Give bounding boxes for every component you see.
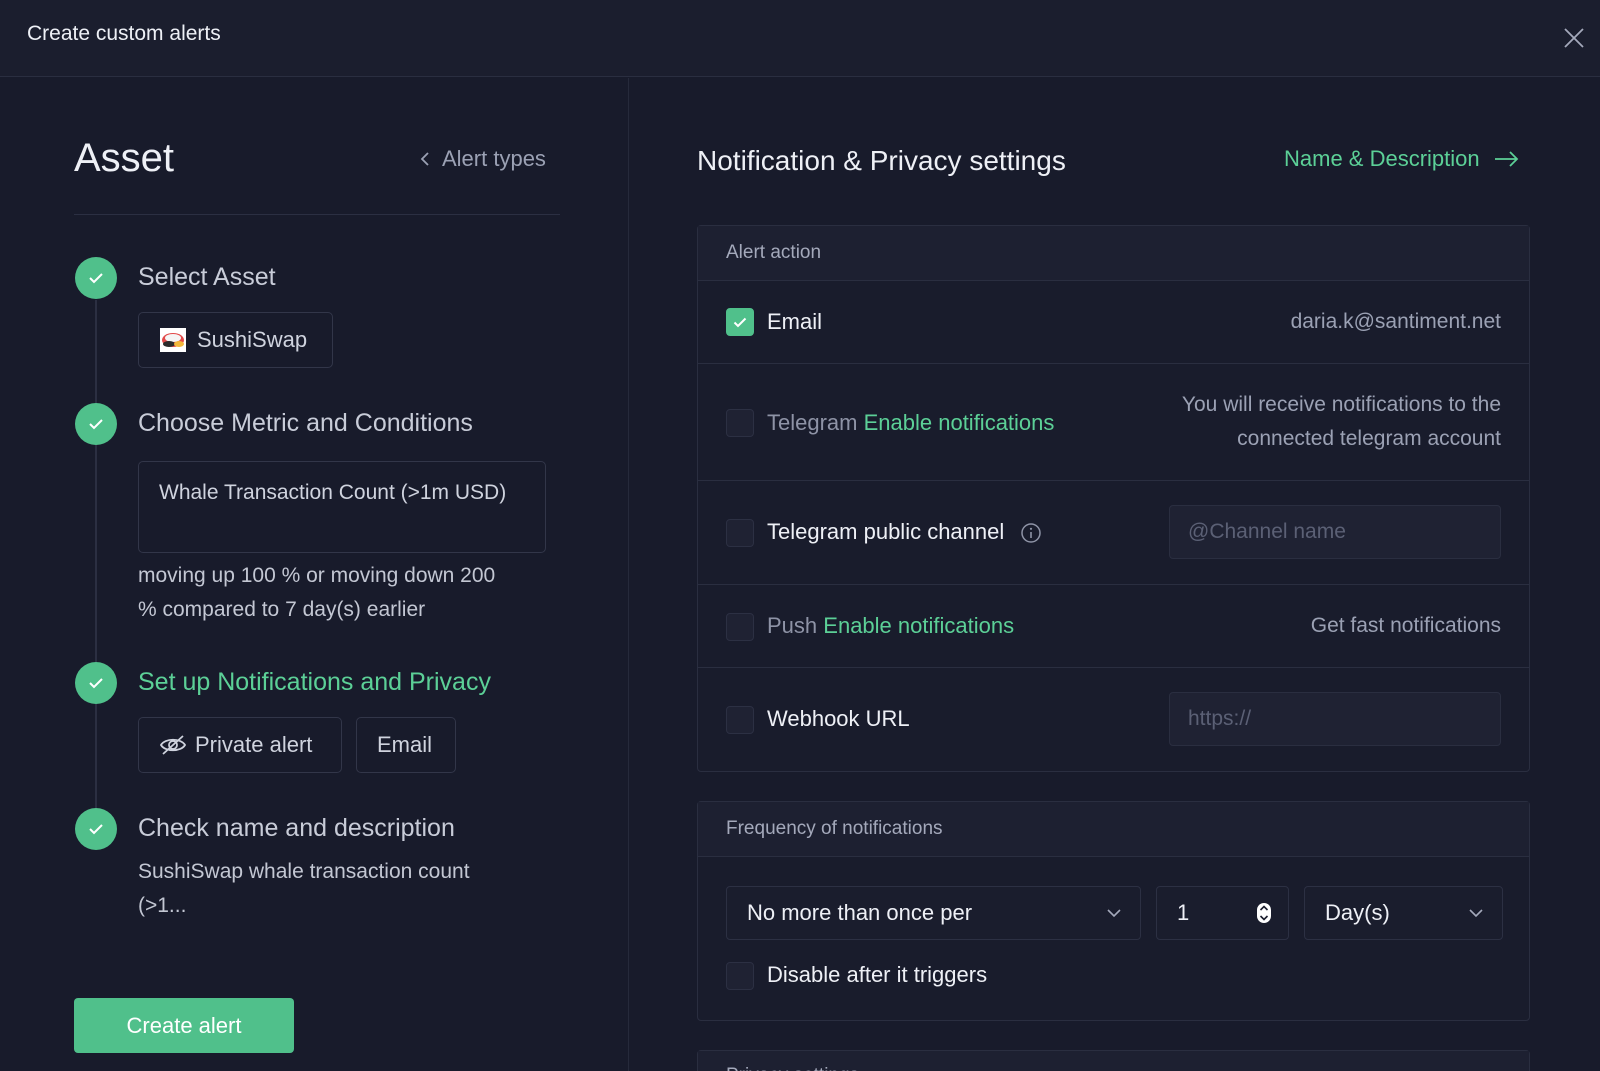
privacy-header: Privacy settings	[698, 1051, 1529, 1071]
chevron-left-icon	[420, 152, 429, 166]
channel-name-input[interactable]: @Channel name	[1169, 505, 1501, 559]
asset-name: SushiSwap	[197, 327, 308, 352]
close-icon	[1564, 28, 1584, 48]
divider	[74, 214, 560, 215]
webhook-checkbox[interactable]	[726, 706, 754, 734]
telegram-note-line: You will receive notifications to the	[1181, 393, 1501, 416]
sushiswap-logo-icon	[159, 327, 187, 353]
telegram-note-line: connected telegram account	[1237, 427, 1501, 450]
webhook-label: Webhook URL	[767, 706, 910, 731]
alert-types-label: Alert types	[442, 146, 546, 171]
step-check-icon	[75, 257, 117, 299]
webhook-row: Webhook URL https://	[698, 668, 1529, 772]
check-icon	[733, 317, 747, 327]
create-alert-button[interactable]: Create alert	[74, 998, 294, 1053]
eye-off-icon	[159, 735, 187, 755]
push-note: Get fast notifications	[1310, 614, 1501, 637]
frequency-unit-select[interactable]: Day(s)	[1304, 886, 1503, 940]
next-step-label: Name & Description	[1284, 146, 1480, 171]
step-check-icon	[75, 808, 117, 850]
step-title-notifications[interactable]: Set up Notifications and Privacy	[138, 668, 491, 697]
push-checkbox[interactable]	[726, 613, 754, 641]
disable-after-trigger-label: Disable after it triggers	[767, 962, 988, 987]
page-title: Notification & Privacy settings	[697, 145, 1066, 176]
frequency-panel: Frequency of notifications No more than …	[697, 801, 1530, 1021]
chevron-down-icon	[1107, 909, 1121, 918]
webhook-url-input[interactable]: https://	[1169, 692, 1501, 746]
description-line: (>1...	[138, 894, 187, 917]
alert-action-panel: Alert action Email daria.k@santiment.net…	[697, 225, 1530, 772]
name-description-text: SushiSwap whale transaction count (>1...	[138, 855, 470, 923]
stepper-icon[interactable]	[1256, 902, 1272, 924]
telegram-label: Telegram	[767, 410, 858, 435]
push-label-group: Push Enable notifications	[767, 613, 1014, 639]
telegram-enable-link[interactable]: Enable notifications	[864, 410, 1055, 435]
telegram-note: You will receive notifications to the co…	[1182, 388, 1501, 456]
step-title-select-asset[interactable]: Select Asset	[138, 263, 276, 292]
step-title-name[interactable]: Check name and description	[138, 814, 455, 843]
modal-header: Create custom alerts	[0, 0, 1600, 77]
telegram-channel-label: Telegram public channel	[767, 519, 1005, 544]
column-divider	[628, 78, 629, 1071]
alert-types-link[interactable]: Alert types	[420, 146, 546, 172]
condition-line: % compared to 7 day(s) earlier	[138, 598, 426, 621]
telegram-label-group: Telegram Enable notifications	[767, 410, 1054, 436]
email-address: daria.k@santiment.net	[1290, 310, 1501, 333]
frequency-mode-select[interactable]: No more than once per	[726, 886, 1141, 940]
asset-chip[interactable]: SushiSwap	[138, 312, 333, 368]
metric-chip[interactable]: Whale Transaction Count (>1m USD)	[138, 461, 546, 553]
step-check-icon	[75, 403, 117, 445]
step-title-metric[interactable]: Choose Metric and Conditions	[138, 409, 473, 438]
close-button[interactable]	[1562, 26, 1586, 50]
telegram-channel-label-group: Telegram public channel	[767, 519, 1042, 545]
telegram-channel-row: Telegram public channel @Channel name	[698, 481, 1529, 585]
left-title: Asset	[74, 136, 175, 180]
push-row: Push Enable notifications Get fast notif…	[698, 585, 1529, 668]
next-step-link[interactable]: Name & Description	[1284, 146, 1520, 172]
frequency-count-input[interactable]: 1	[1156, 886, 1289, 940]
frequency-unit-value: Day(s)	[1325, 900, 1390, 925]
privacy-panel: Privacy settings	[697, 1050, 1530, 1071]
alert-action-header: Alert action	[698, 226, 1529, 281]
stepper-line	[95, 300, 97, 830]
email-row: Email daria.k@santiment.net	[698, 281, 1529, 364]
modal-title: Create custom alerts	[27, 22, 221, 45]
step-check-icon	[75, 662, 117, 704]
telegram-channel-checkbox[interactable]	[726, 519, 754, 547]
arrow-right-icon	[1494, 151, 1518, 167]
condition-line: moving up 100 % or moving down 200	[138, 564, 496, 587]
email-chip-label: Email	[377, 732, 433, 757]
telegram-checkbox[interactable]	[726, 409, 754, 437]
email-label: Email	[767, 309, 823, 334]
condition-text: moving up 100 % or moving down 200 % com…	[138, 559, 495, 627]
private-alert-label: Private alert	[195, 732, 313, 757]
email-chip[interactable]: Email	[356, 717, 456, 773]
chevron-down-icon	[1469, 909, 1483, 918]
private-alert-chip[interactable]: Private alert	[138, 717, 342, 773]
email-checkbox[interactable]	[726, 308, 754, 336]
disable-after-trigger-checkbox[interactable]	[726, 962, 754, 990]
frequency-mode-value: No more than once per	[747, 900, 973, 925]
telegram-row: Telegram Enable notifications You will r…	[698, 364, 1529, 481]
frequency-count-value: 1	[1177, 900, 1190, 925]
frequency-header: Frequency of notifications	[698, 802, 1529, 857]
description-line: SushiSwap whale transaction count	[138, 860, 470, 883]
push-enable-link[interactable]: Enable notifications	[823, 613, 1014, 638]
info-icon[interactable]	[1020, 522, 1042, 544]
push-label: Push	[767, 613, 818, 638]
